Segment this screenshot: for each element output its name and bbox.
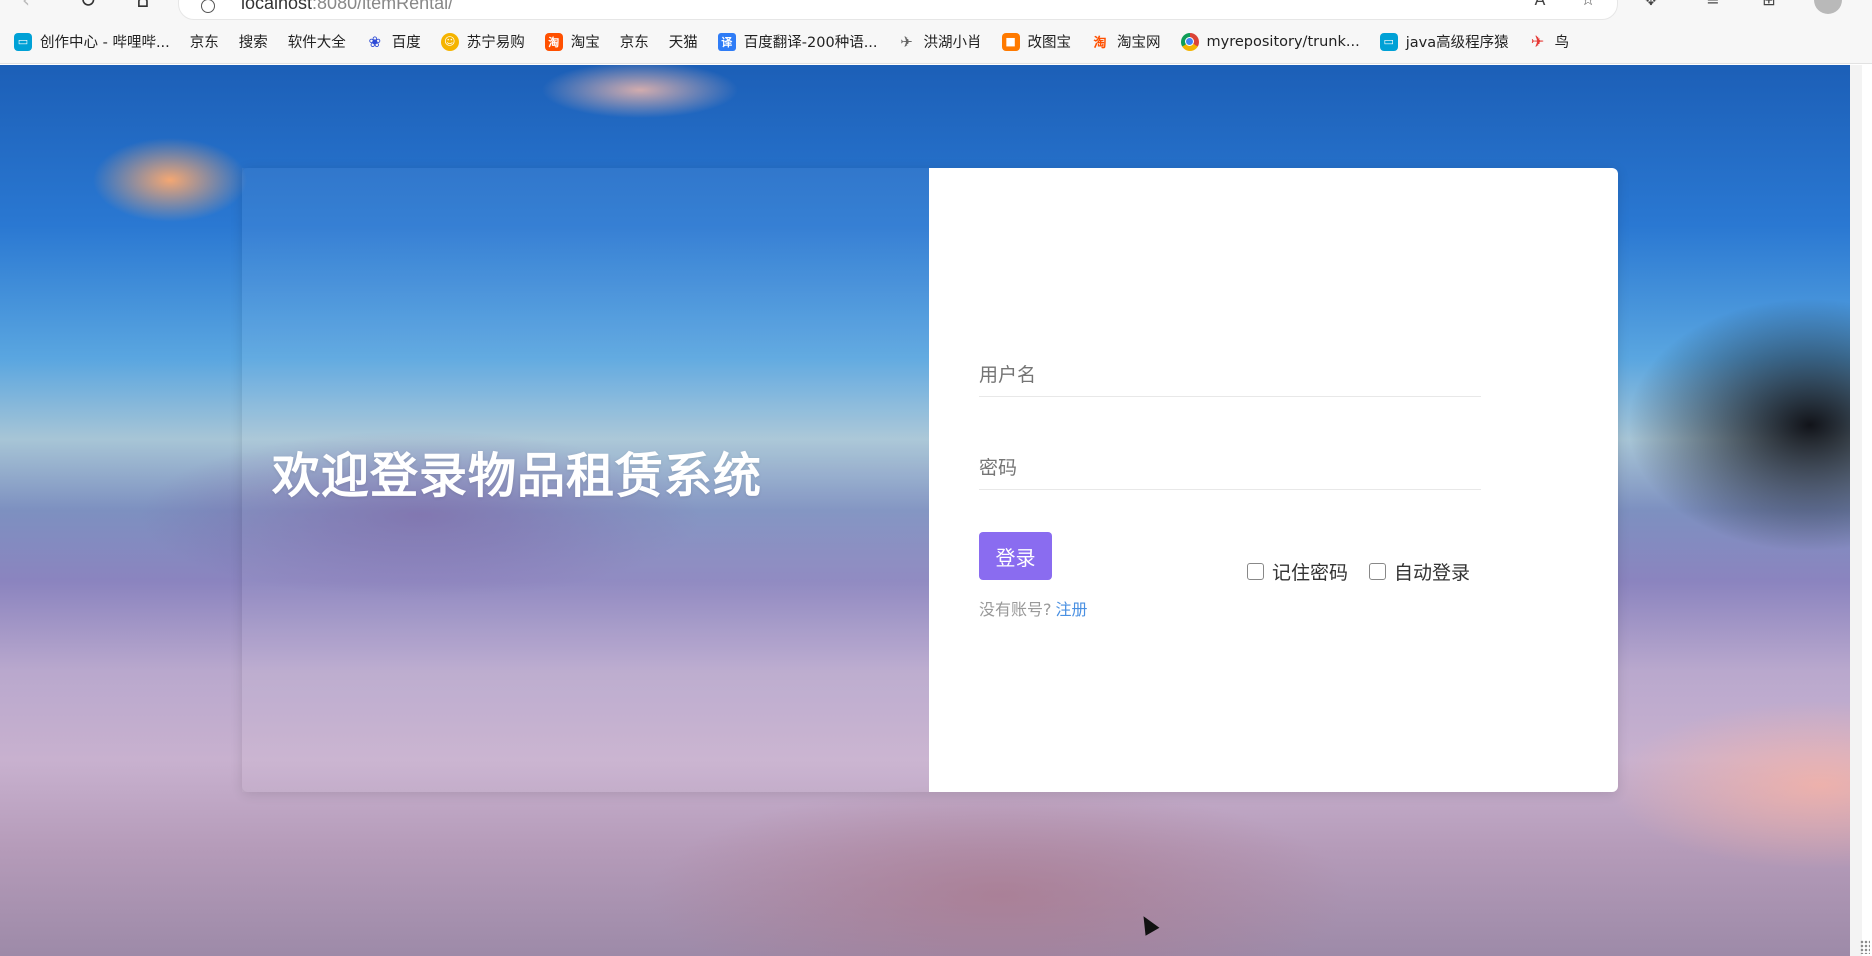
url-text[interactable]: localhost:8080/itemRental/ — [241, 0, 453, 14]
welcome-panel: 欢迎登录物品租赁系统 — [242, 168, 930, 792]
bookmark-tmall[interactable]: 天猫 — [3, 31, 698, 100]
home-icon[interactable]: ⌂ — [131, 0, 155, 12]
register-prompt: 没有账号? 注册 — [979, 596, 1088, 620]
auto-login-checkbox[interactable] — [1369, 563, 1386, 580]
bookmark-jd[interactable]: 京东 — [3, 31, 219, 100]
back-icon[interactable]: ‹ — [14, 0, 38, 12]
baidu-paw-icon: ❀ — [368, 32, 382, 51]
gaitubao-icon: ■ — [1001, 32, 1020, 51]
bookmark-baidu[interactable]: ❀ 百度 — [366, 31, 420, 52]
taobao-icon: 淘 — [544, 32, 563, 51]
browser-toolbar: ‹ ↻ ⌂ localhost:8080/itemRental/ A ☆ ✥ ≡… — [0, 0, 1872, 20]
username-input[interactable] — [979, 354, 1481, 397]
remember-password-label: 记住密码 — [1272, 562, 1349, 584]
register-link[interactable]: 注册 — [1056, 600, 1088, 619]
bookmarks-bar: ▭ 创作中心 - 哔哩哔... 京东 搜索 软件大全 ❀ 百度 ☺ 苏宁易购 淘淘宝 … — [0, 20, 1872, 100]
add-favorite-icon[interactable]: ☆ — [1578, 0, 1598, 10]
no-account-text: 没有账号? — [979, 600, 1052, 619]
auto-login-option[interactable]: 自动登录 — [1369, 558, 1470, 585]
read-aloud-icon[interactable]: A — [1530, 0, 1550, 10]
taobao-icon: 淘 — [1093, 36, 1107, 51]
login-form: 登录 记住密码 自动登录 没有账号?注册 — [929, 168, 1618, 792]
remember-password-option[interactable]: 记住密码 — [1247, 558, 1348, 585]
bilibili-icon: ▭ — [1379, 32, 1398, 51]
bird-icon: ✈ — [900, 32, 913, 51]
bookmark-gaitubao[interactable]: ■ 改图宝 — [1001, 31, 1071, 52]
mouse-cursor-icon — [1136, 912, 1160, 936]
bilibili-icon: ▭ — [14, 32, 32, 51]
chrome-icon — [1180, 32, 1199, 51]
bird-red-icon: ✈ — [1530, 32, 1545, 51]
bookmark-honghu[interactable]: ✈ 洪湖小肖 — [898, 31, 981, 52]
welcome-title: 欢迎登录物品租赁系统 — [272, 448, 763, 504]
password-input[interactable] — [979, 447, 1481, 490]
bookmark-java[interactable]: ▭ java高级程序猿 — [1379, 31, 1509, 52]
address-bar[interactable]: localhost:8080/itemRental/ — [178, 0, 1618, 20]
login-container: 欢迎登录物品租赁系统 登录 记住密码 自动登录 没有账号?注册 — [242, 168, 1618, 792]
auto-login-label: 自动登录 — [1394, 562, 1471, 584]
suning-icon: ☺ — [440, 32, 459, 51]
info-icon[interactable] — [201, 0, 215, 13]
bookmark-bilibili[interactable]: ▭ 创作中心 - 哔哩哔... — [14, 31, 170, 52]
remember-password-checkbox[interactable] — [1247, 563, 1264, 580]
favorites-icon[interactable]: ≡ — [1703, 0, 1723, 10]
bookmark-taobao[interactable]: 淘淘宝 — [544, 31, 600, 52]
bookmark-suning[interactable]: ☺ 苏宁易购 — [440, 31, 525, 52]
extensions-icon[interactable]: ✥ — [1641, 0, 1661, 10]
bookmark-software[interactable]: 软件大全 — [3, 31, 346, 100]
profile-avatar[interactable] — [1814, 0, 1842, 14]
translate-icon: 译 — [717, 32, 736, 51]
bookmark-jd-2[interactable]: 京东 — [3, 31, 649, 100]
login-button[interactable]: 登录 — [979, 532, 1052, 580]
collections-icon[interactable]: ⊞ — [1759, 0, 1779, 10]
bookmark-myrepository[interactable]: myrepository/trunk... — [1180, 32, 1360, 51]
page-background: 欢迎登录物品租赁系统 登录 记住密码 自动登录 没有账号?注册 — [0, 65, 1862, 956]
resize-grip-icon[interactable] — [1860, 940, 1870, 954]
bookmark-bird[interactable]: ✈ 鸟 — [1529, 31, 1569, 52]
bookmark-search[interactable]: 搜索 — [3, 31, 268, 100]
bookmark-taobao-net[interactable]: 淘淘宝网 — [1091, 31, 1161, 52]
bookmark-baidu-translate[interactable]: 译百度翻译-200种语... — [717, 31, 878, 52]
refresh-icon[interactable]: ↻ — [76, 0, 100, 12]
